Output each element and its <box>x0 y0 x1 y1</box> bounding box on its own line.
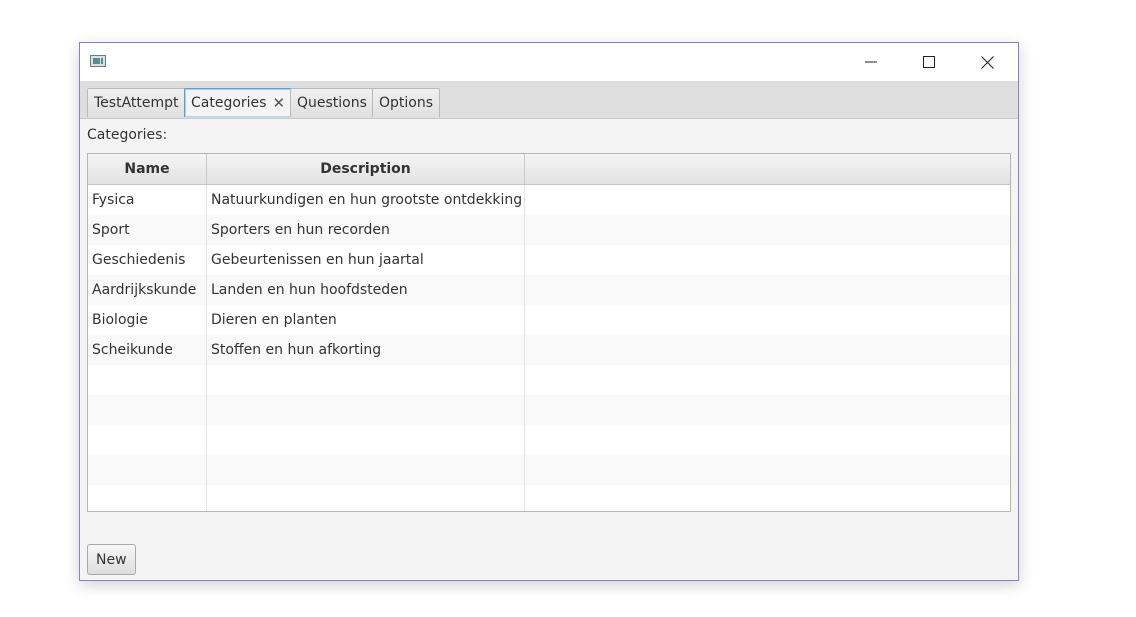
cell-name <box>88 455 207 485</box>
tab-label: Categories <box>191 95 267 111</box>
column-header-filler <box>525 154 1010 184</box>
new-button[interactable]: New <box>87 544 136 575</box>
cell-name <box>88 425 207 455</box>
table-row[interactable] <box>88 425 1010 455</box>
table-row[interactable] <box>88 455 1010 485</box>
categories-table[interactable]: Name Description Fysica Natuurkundigen en… <box>87 153 1011 512</box>
column-header-name[interactable]: Name <box>88 154 207 184</box>
maximize-icon <box>923 56 935 68</box>
close-button[interactable] <box>958 43 1016 81</box>
cell-name: Biologie <box>88 305 207 335</box>
cell-description <box>207 485 525 511</box>
close-icon <box>980 55 994 69</box>
minimize-button[interactable] <box>842 43 900 81</box>
table-row[interactable]: Biologie Dieren en planten <box>88 305 1010 335</box>
minimize-icon <box>865 61 877 63</box>
cell-name: Fysica <box>88 185 207 215</box>
tab-content: Categories: Name Description Fysica Natuu… <box>80 119 1018 580</box>
cell-description <box>207 365 525 395</box>
tab-label: Questions <box>297 95 367 111</box>
cell-name: Scheikunde <box>88 335 207 365</box>
cell-description: Natuurkundigen en hun grootste ontdekkin… <box>207 185 525 215</box>
column-header-description[interactable]: Description <box>207 154 525 184</box>
cell-description: Dieren en planten <box>207 305 525 335</box>
table-row[interactable]: Aardrijkskunde Landen en hun hoofdsteden <box>88 275 1010 305</box>
tab-label: TestAttempt <box>94 95 179 111</box>
table-row[interactable] <box>88 365 1010 395</box>
table-row[interactable]: Scheikunde Stoffen en hun afkorting <box>88 335 1010 365</box>
cell-filler <box>525 305 1010 335</box>
table-row[interactable]: Sport Sporters en hun recorden <box>88 215 1010 245</box>
tab-label: Options <box>379 95 434 111</box>
cell-filler <box>525 215 1010 245</box>
cell-filler <box>525 485 1010 511</box>
tab-options[interactable]: Options <box>372 88 441 117</box>
table-row[interactable] <box>88 395 1010 425</box>
cell-name <box>88 485 207 511</box>
cell-description: Stoffen en hun afkorting <box>207 335 525 365</box>
table-row[interactable]: Geschiedenis Gebeurtenissen en hun jaarta… <box>88 245 1010 275</box>
cell-name: Geschiedenis <box>88 245 207 275</box>
cell-filler <box>525 395 1010 425</box>
cell-name: Sport <box>88 215 207 245</box>
table-row[interactable] <box>88 485 1010 511</box>
cell-description: Sporters en hun recorden <box>207 215 525 245</box>
tab-categories[interactable]: Categories ✕ <box>184 88 293 117</box>
cell-filler <box>525 335 1010 365</box>
tab-close-icon[interactable]: ✕ <box>272 95 285 111</box>
title-bar[interactable] <box>80 43 1018 81</box>
tab-testattempt[interactable]: TestAttempt <box>87 88 186 117</box>
app-icon <box>90 55 106 67</box>
cell-name: Aardrijkskunde <box>88 275 207 305</box>
tab-bar: TestAttempt Categories ✕ Questions Optio… <box>80 81 1018 119</box>
cell-filler <box>525 185 1010 215</box>
app-window: TestAttempt Categories ✕ Questions Optio… <box>79 42 1019 581</box>
cell-description: Gebeurtenissen en hun jaartal <box>207 245 525 275</box>
categories-label: Categories: <box>87 127 168 143</box>
table-row[interactable]: Fysica Natuurkundigen en hun grootste ont… <box>88 185 1010 215</box>
cell-filler <box>525 455 1010 485</box>
tab-questions[interactable]: Questions <box>290 88 374 117</box>
table-header: Name Description <box>88 154 1010 185</box>
cell-description <box>207 395 525 425</box>
cell-description <box>207 455 525 485</box>
cell-filler <box>525 275 1010 305</box>
cell-name <box>88 395 207 425</box>
cell-filler <box>525 365 1010 395</box>
cell-name <box>88 365 207 395</box>
cell-description <box>207 425 525 455</box>
maximize-button[interactable] <box>900 43 958 81</box>
cell-description: Landen en hun hoofdsteden <box>207 275 525 305</box>
cell-filler <box>525 245 1010 275</box>
table-body: Fysica Natuurkundigen en hun grootste ont… <box>88 185 1010 511</box>
cell-filler <box>525 425 1010 455</box>
